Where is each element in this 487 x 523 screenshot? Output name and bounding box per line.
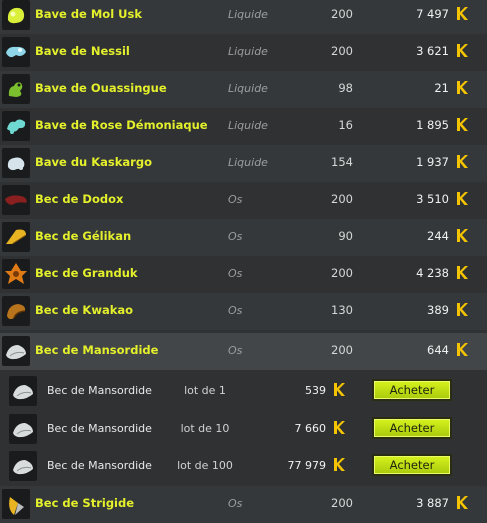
beak-white-icon <box>9 414 37 444</box>
kama-icon <box>457 229 468 242</box>
item-name: Bave de Mol Usk <box>35 7 142 21</box>
list-item[interactable]: Bave de Nessil Liquide 200 3 621 <box>0 34 487 71</box>
item-price: 7 497 <box>416 7 449 21</box>
item-price: 3 621 <box>416 44 449 58</box>
lot-size: lot de 1 <box>184 384 226 397</box>
list-item-selected[interactable]: Bec de Mansordide Os 200 644 <box>0 333 487 370</box>
beak-white-icon <box>9 451 37 481</box>
item-level: 200 <box>331 496 353 510</box>
item-level: 16 <box>338 118 353 132</box>
list-item[interactable]: Bave de Ouassingue Liquide 98 21 <box>0 71 487 108</box>
kama-icon <box>457 81 468 94</box>
item-price: 389 <box>427 303 449 317</box>
kama-icon <box>334 421 345 434</box>
item-price: 644 <box>427 343 449 357</box>
item-price: 1 895 <box>416 118 449 132</box>
item-name: Bec de Mansordide <box>35 343 159 357</box>
slime-yellow-icon <box>2 0 30 30</box>
lot-item-name: Bec de Mansordide <box>47 459 152 472</box>
item-level: 130 <box>331 303 353 317</box>
item-level: 200 <box>331 7 353 21</box>
kama-icon <box>457 7 468 20</box>
item-price: 3 887 <box>416 496 449 510</box>
beak-brown-icon <box>2 296 30 326</box>
item-type: Os <box>228 230 243 243</box>
buy-button[interactable]: Acheter <box>372 379 452 401</box>
lot-size: lot de 100 <box>177 459 233 472</box>
item-name: Bave de Rose Démoniaque <box>35 118 208 132</box>
list-item[interactable]: Bec de Gélikan Os 90 244 <box>0 219 487 256</box>
item-price: 21 <box>434 81 449 95</box>
kama-icon <box>457 343 468 356</box>
kama-icon <box>457 303 468 316</box>
item-price: 1 937 <box>416 155 449 169</box>
list-item[interactable]: Bec de Kwakao Os 130 389 <box>0 293 487 330</box>
item-type: Os <box>228 304 243 317</box>
item-type: Os <box>228 267 243 280</box>
item-level: 200 <box>331 192 353 206</box>
item-type: Liquide <box>228 8 268 21</box>
item-name: Bec de Gélikan <box>35 229 132 243</box>
item-level: 90 <box>338 229 353 243</box>
item-level: 98 <box>338 81 353 95</box>
kama-icon <box>334 383 345 396</box>
lot-row: Bec de Mansordide lot de 1 539 Acheter <box>0 373 487 410</box>
kama-icon <box>457 44 468 57</box>
item-type: Liquide <box>228 82 268 95</box>
list-item[interactable]: Bec de Granduk Os 200 4 238 <box>0 256 487 293</box>
item-type: Os <box>228 193 243 206</box>
beak-yellow-icon <box>2 222 30 252</box>
item-type: Liquide <box>228 45 268 58</box>
kama-icon <box>457 192 468 205</box>
lot-row: Bec de Mansordide lot de 10 7 660 Achete… <box>0 411 487 448</box>
item-level: 154 <box>331 155 353 169</box>
item-type: Os <box>228 344 243 357</box>
lot-price: 7 660 <box>294 422 327 435</box>
item-name: Bec de Dodox <box>35 192 124 206</box>
item-price: 3 510 <box>416 192 449 206</box>
beak-white-icon <box>2 336 30 366</box>
item-name: Bave du Kaskargo <box>35 155 152 169</box>
item-name: Bec de Strigide <box>35 496 135 510</box>
item-price-list: Bave de Mol Usk Liquide 200 7 497 Bave d… <box>0 0 487 523</box>
slime-cyan-icon <box>2 111 30 141</box>
item-name: Bec de Granduk <box>35 266 138 280</box>
item-type: Os <box>228 497 243 510</box>
kama-icon <box>457 496 468 509</box>
beak-strigide-icon <box>2 489 30 519</box>
lot-size: lot de 10 <box>180 422 230 435</box>
slime-green-icon <box>2 74 30 104</box>
kama-icon <box>334 458 345 471</box>
list-item[interactable]: Bec de Dodox Os 200 3 510 <box>0 182 487 219</box>
item-price: 244 <box>427 229 449 243</box>
lot-item-name: Bec de Mansordide <box>47 422 152 435</box>
lot-row: Bec de Mansordide lot de 100 77 979 Ache… <box>0 448 487 485</box>
list-item[interactable]: Bave de Rose Démoniaque Liquide 16 1 895 <box>0 108 487 145</box>
beak-orange-icon <box>2 259 30 289</box>
item-name: Bave de Ouassingue <box>35 81 167 95</box>
kama-icon <box>457 266 468 279</box>
item-level: 200 <box>331 343 353 357</box>
slime-blue-icon <box>2 37 30 67</box>
lot-price: 77 979 <box>287 459 327 472</box>
list-item[interactable]: Bave de Mol Usk Liquide 200 7 497 <box>0 0 487 34</box>
beak-white-icon <box>9 376 37 406</box>
item-type: Liquide <box>228 119 268 132</box>
list-item[interactable]: Bec de Strigide Os 200 3 887 <box>0 486 487 523</box>
item-level: 200 <box>331 44 353 58</box>
buy-button[interactable]: Acheter <box>372 454 452 476</box>
lot-item-name: Bec de Mansordide <box>47 384 152 397</box>
kama-icon <box>457 118 468 131</box>
beak-red-icon <box>2 185 30 215</box>
item-price: 4 238 <box>416 266 449 280</box>
kama-icon <box>457 155 468 168</box>
item-level: 200 <box>331 266 353 280</box>
item-name: Bave de Nessil <box>35 44 130 58</box>
list-item[interactable]: Bave du Kaskargo Liquide 154 1 937 <box>0 145 487 182</box>
buy-button[interactable]: Acheter <box>372 417 452 439</box>
lot-price: 539 <box>305 384 326 397</box>
item-type: Liquide <box>228 156 268 169</box>
item-name: Bec de Kwakao <box>35 303 134 317</box>
slime-white-icon <box>2 148 30 178</box>
